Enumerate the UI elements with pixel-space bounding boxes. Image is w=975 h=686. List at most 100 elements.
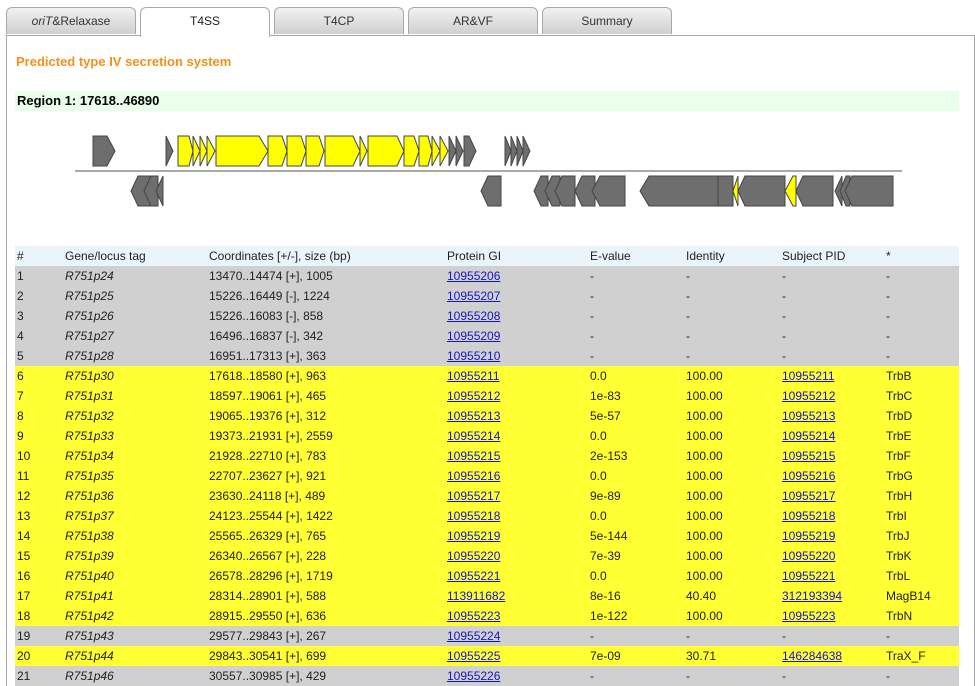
gene-arrow bbox=[480, 175, 502, 207]
subject-pid-link[interactable]: 10955211 bbox=[782, 369, 835, 383]
subject-pid: 10955216 bbox=[780, 466, 884, 486]
gene-arrow bbox=[359, 135, 368, 167]
protein-gi: 10955214 bbox=[445, 426, 588, 446]
protein-gi: 10955224 bbox=[445, 626, 588, 646]
protein-gi-link[interactable]: 10955223 bbox=[447, 609, 500, 623]
protein-gi-link[interactable]: 10955211 bbox=[447, 369, 500, 383]
e-value: 5e-144 bbox=[588, 526, 684, 546]
tab-t4cp[interactable]: T4CP bbox=[274, 7, 404, 34]
protein-gi-link[interactable]: 10955210 bbox=[447, 349, 500, 363]
protein-gi-link[interactable]: 10955209 bbox=[447, 329, 500, 343]
protein-gi-link[interactable]: 10955217 bbox=[447, 489, 500, 503]
tab-t4ss[interactable]: T4SS bbox=[140, 7, 270, 37]
subject-pid-link[interactable]: 10955216 bbox=[782, 469, 835, 483]
gene-coordinates: 24123..25544 [+], 1422 bbox=[207, 506, 445, 526]
protein-gi-link[interactable]: 10955221 bbox=[447, 569, 500, 583]
table-row: 9 R751p33 19373..21931 [+], 2559 10955214 0.… bbox=[15, 426, 959, 446]
col-header-coordinates: Coordinates [+/-], size (bp) bbox=[207, 246, 445, 266]
e-value: 0.0 bbox=[588, 466, 684, 486]
protein-gi-link[interactable]: 10955212 bbox=[447, 389, 500, 403]
protein-gi-link[interactable]: 10955207 bbox=[447, 289, 500, 303]
protein-gi-link[interactable]: 10955226 bbox=[447, 669, 500, 683]
subject-pid: 10955221 bbox=[780, 566, 884, 586]
protein-gi-link[interactable]: 10955224 bbox=[447, 629, 500, 643]
subject-pid-link[interactable]: 10955213 bbox=[782, 409, 835, 423]
table-row: 8 R751p32 19065..19376 [+], 312 10955213 5e-… bbox=[15, 406, 959, 426]
gene-arrow bbox=[439, 135, 449, 167]
table-row: 2 R751p25 15226..16449 [-], 1224 10955207- -… bbox=[15, 286, 959, 306]
table-row: 6 R751p30 17618..18580 [+], 963 10955211 0.0… bbox=[15, 366, 959, 386]
col-header-protein-gi: Protein GI bbox=[445, 246, 588, 266]
protein-gi-link[interactable]: 10955208 bbox=[447, 309, 500, 323]
subject-pid-link[interactable]: 146284638 bbox=[782, 649, 842, 663]
gene-locus-tag: R751p46 bbox=[63, 666, 207, 686]
gene-arrow bbox=[206, 135, 216, 167]
reverse-strand-genes bbox=[130, 175, 894, 207]
e-value: - bbox=[588, 306, 684, 326]
subject-pid-link[interactable]: 10955220 bbox=[782, 549, 835, 563]
table-row: 14 R751p38 25565..26329 [+], 765 10955219 5e… bbox=[15, 526, 959, 546]
gene-map bbox=[75, 135, 902, 207]
protein-gi-link[interactable]: 10955220 bbox=[447, 549, 500, 563]
gene-arrow bbox=[504, 135, 512, 167]
protein-gi-link[interactable]: 10955225 bbox=[447, 649, 500, 663]
table-row: 18 R751p42 28915..29550 [+], 636 10955223 1e… bbox=[15, 606, 959, 626]
tab-relaxase-label: &Relaxase bbox=[52, 14, 111, 28]
protein-gi-link[interactable]: 113911682 bbox=[447, 589, 505, 603]
gene-name: - bbox=[884, 346, 959, 366]
row-number: 9 bbox=[15, 426, 63, 446]
protein-gi-link[interactable]: 10955214 bbox=[447, 429, 500, 443]
col-header-subject-pid: Subject PID bbox=[780, 246, 884, 266]
gene-arrow bbox=[516, 135, 524, 167]
gene-arrow bbox=[267, 135, 288, 167]
table-row: 16 R751p40 26578..28296 [+], 1719 10955221 0… bbox=[15, 566, 959, 586]
subject-pid-link[interactable]: 10955219 bbox=[782, 529, 835, 543]
identity: - bbox=[684, 626, 780, 646]
tab-t4cp-label: T4CP bbox=[323, 14, 355, 28]
subject-pid-link[interactable]: 10955217 bbox=[782, 489, 835, 503]
gene-name: TrbB bbox=[884, 366, 959, 386]
gene-arrow bbox=[165, 135, 174, 167]
protein-gi-link[interactable]: 10955213 bbox=[447, 409, 500, 423]
row-number: 15 bbox=[15, 546, 63, 566]
row-number: 21 bbox=[15, 666, 63, 686]
subject-pid: - bbox=[780, 666, 884, 686]
col-header-identity: Identity bbox=[684, 246, 780, 266]
gene-arrow bbox=[522, 135, 531, 167]
gene-locus-tag: R751p31 bbox=[63, 386, 207, 406]
tab-summary[interactable]: Summary bbox=[542, 7, 672, 34]
gene-locus-tag: R751p30 bbox=[63, 366, 207, 386]
subject-pid-link[interactable]: 10955215 bbox=[782, 449, 835, 463]
subject-pid-link[interactable]: 10955221 bbox=[782, 569, 835, 583]
e-value: 7e-39 bbox=[588, 546, 684, 566]
table-row: 5 R751p28 16951..17313 [+], 363 10955210- - -… bbox=[15, 346, 959, 366]
subject-pid-link[interactable]: 10955218 bbox=[782, 509, 835, 523]
protein-gi: 10955207 bbox=[445, 286, 588, 306]
protein-gi-link[interactable]: 10955219 bbox=[447, 529, 500, 543]
gene-coordinates: 28314..28901 [+], 588 bbox=[207, 586, 445, 606]
subject-pid-link[interactable]: 10955214 bbox=[782, 429, 835, 443]
table-row: 19 R751p43 29577..29843 [+], 267 10955224- -… bbox=[15, 626, 959, 646]
col-header-evalue: E-value bbox=[588, 246, 684, 266]
subject-pid-link[interactable]: 312193394 bbox=[782, 589, 842, 603]
tab-orit-relaxase[interactable]: oriT&Relaxase bbox=[6, 7, 136, 34]
row-number: 8 bbox=[15, 406, 63, 426]
gene-arrow bbox=[324, 135, 361, 167]
gene-coordinates: 23630..24118 [+], 489 bbox=[207, 486, 445, 506]
subject-pid-link[interactable]: 10955212 bbox=[782, 389, 835, 403]
col-header-gene: Gene/locus tag bbox=[63, 246, 207, 266]
subject-pid: - bbox=[780, 326, 884, 346]
e-value: - bbox=[588, 286, 684, 306]
protein-gi-link[interactable]: 10955218 bbox=[447, 509, 500, 523]
protein-gi-link[interactable]: 10955206 bbox=[447, 269, 500, 283]
row-number: 12 bbox=[15, 486, 63, 506]
protein-gi-link[interactable]: 10955215 bbox=[447, 449, 500, 463]
row-number: 19 bbox=[15, 626, 63, 646]
protein-gi-link[interactable]: 10955216 bbox=[447, 469, 500, 483]
gene-arrow bbox=[455, 135, 464, 167]
protein-gi: 10955223 bbox=[445, 606, 588, 626]
tab-ar-vf[interactable]: AR&VF bbox=[408, 7, 538, 34]
subject-pid-link[interactable]: 10955223 bbox=[782, 609, 835, 623]
protein-gi: 10955221 bbox=[445, 566, 588, 586]
gene-arrow bbox=[737, 175, 786, 207]
